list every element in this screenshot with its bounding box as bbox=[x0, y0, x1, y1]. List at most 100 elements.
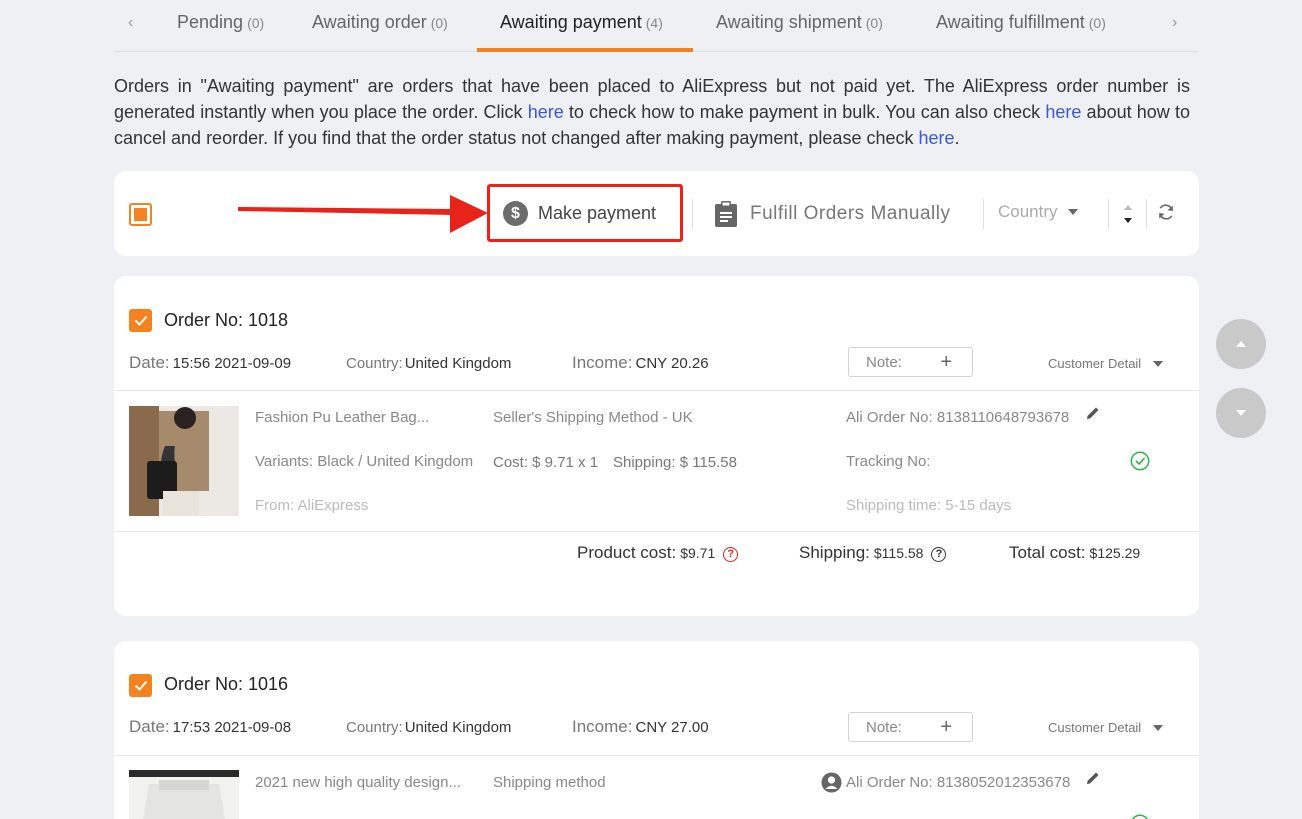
note-label: Note: bbox=[866, 353, 902, 371]
customer-detail-toggle[interactable]: Customer Detail bbox=[1048, 356, 1164, 371]
tab-awaiting-payment[interactable]: Awaiting payment (4) bbox=[500, 12, 663, 33]
order-country: Country: United Kingdom bbox=[346, 355, 511, 372]
intro-text: . bbox=[954, 128, 960, 148]
product-cost-summary: Product cost: $9.71? bbox=[577, 543, 739, 563]
ali-order-number: Ali Order No: 8138110648793678 bbox=[846, 409, 1070, 426]
scroll-up-button[interactable] bbox=[1216, 319, 1266, 369]
product-cost-value: $9.71 bbox=[680, 545, 716, 561]
product-cost-label: Product cost: bbox=[577, 543, 677, 562]
order-income: Income: CNY 27.00 bbox=[572, 717, 709, 737]
tabs-next-arrow-icon[interactable]: › bbox=[1172, 14, 1177, 32]
ali-order-number: Ali Order No: 8138052012353678 bbox=[846, 774, 1071, 791]
order-checkbox[interactable] bbox=[129, 309, 152, 332]
tab-label: Awaiting shipment bbox=[716, 12, 862, 32]
toolbar-divider bbox=[983, 199, 984, 229]
date-label: Date: bbox=[129, 717, 170, 736]
plus-icon: + bbox=[940, 350, 952, 373]
make-payment-button[interactable]: $ Make payment bbox=[503, 201, 656, 226]
tab-label: Awaiting payment bbox=[500, 12, 642, 32]
tab-awaiting-order[interactable]: Awaiting order (0) bbox=[312, 12, 448, 33]
product-title-link[interactable]: 2021 new high quality design... bbox=[255, 774, 461, 791]
cancel-reorder-help-link[interactable]: here bbox=[1045, 102, 1081, 122]
country-value: United Kingdom bbox=[404, 719, 512, 736]
tab-count: (0) bbox=[1088, 15, 1106, 31]
status-help-link[interactable]: here bbox=[918, 128, 954, 148]
country-value: United Kingdom bbox=[404, 355, 512, 372]
product-source: From: AliExpress bbox=[255, 497, 369, 514]
tab-count: (4) bbox=[645, 15, 663, 31]
divider bbox=[114, 755, 1199, 756]
sort-icon[interactable] bbox=[1122, 202, 1134, 226]
shipping-label: Shipping: bbox=[799, 543, 870, 562]
order-checkbox[interactable] bbox=[129, 674, 152, 697]
tab-count: (0) bbox=[430, 15, 448, 31]
tabs-prev-arrow-icon[interactable]: ‹ bbox=[128, 14, 133, 32]
edit-pencil-icon[interactable] bbox=[1086, 771, 1100, 785]
caret-down-icon bbox=[1153, 360, 1164, 367]
caret-down-icon bbox=[1067, 209, 1078, 215]
product-title-link[interactable]: Fashion Pu Leather Bag... bbox=[255, 409, 429, 426]
toolbar-divider bbox=[692, 199, 693, 229]
clipboard-icon bbox=[715, 201, 737, 227]
country-label: Country: bbox=[346, 355, 403, 372]
note-label: Note: bbox=[866, 718, 902, 736]
country-filter-dropdown[interactable]: Country bbox=[998, 202, 1078, 222]
order-number: Order No: 1016 bbox=[164, 674, 289, 694]
tab-label: Pending bbox=[177, 12, 244, 32]
country-label: Country: bbox=[346, 719, 403, 736]
fulfill-label: Fulfill Orders Manually bbox=[750, 203, 951, 224]
tab-count: (0) bbox=[865, 15, 883, 31]
tab-count: (0) bbox=[247, 15, 265, 31]
fulfill-orders-manually-button[interactable]: Fulfill Orders Manually bbox=[714, 201, 951, 227]
edit-pencil-icon[interactable] bbox=[1086, 406, 1100, 420]
checkmark-icon bbox=[134, 680, 147, 691]
income-label: Income: bbox=[572, 353, 633, 372]
income-value: CNY 20.26 bbox=[635, 355, 709, 372]
checkmark-icon bbox=[134, 315, 147, 326]
customer-detail-toggle[interactable]: Customer Detail bbox=[1048, 720, 1164, 735]
dollar-coin-icon: $ bbox=[503, 201, 528, 226]
country-filter-label: Country bbox=[998, 202, 1058, 221]
tab-pending[interactable]: Pending (0) bbox=[177, 12, 264, 33]
toolbar-divider bbox=[1108, 199, 1109, 229]
plus-icon: + bbox=[940, 715, 952, 738]
customer-detail-label: Customer Detail bbox=[1048, 356, 1142, 371]
order-number: Order No: 1018 bbox=[164, 310, 289, 330]
tab-awaiting-fulfillment[interactable]: Awaiting fulfillment (0) bbox=[936, 12, 1106, 33]
product-photo-apparel bbox=[129, 770, 239, 819]
date-label: Date: bbox=[129, 353, 170, 372]
shipping-summary: Shipping: $115.58? bbox=[799, 543, 947, 563]
order-income: Income: CNY 20.26 bbox=[572, 353, 709, 373]
make-payment-label: Make payment bbox=[538, 203, 657, 223]
order-date: Date: 17:53 2021-09-08 bbox=[129, 717, 291, 737]
add-note-button[interactable]: Note: + bbox=[848, 347, 973, 377]
bulk-payment-help-link[interactable]: here bbox=[528, 102, 564, 122]
item-cost: Cost: $ 9.71 x 1 bbox=[493, 454, 599, 471]
date-value: 17:53 2021-09-08 bbox=[172, 719, 292, 736]
red-arrow-annotation bbox=[238, 195, 488, 233]
select-all-checkbox[interactable] bbox=[129, 203, 152, 226]
status-description: Orders in "Awaiting payment" are orders … bbox=[114, 73, 1190, 151]
refresh-icon[interactable] bbox=[1157, 203, 1175, 221]
help-question-icon[interactable]: ? bbox=[723, 547, 739, 562]
add-note-button[interactable]: Note: + bbox=[848, 712, 973, 742]
product-image[interactable] bbox=[129, 770, 239, 819]
order-country: Country: United Kingdom bbox=[346, 719, 511, 736]
product-variants: Variants: Black / United Kingdom bbox=[255, 453, 474, 470]
shipping-method[interactable]: Seller's Shipping Method - UK bbox=[493, 409, 693, 426]
divider bbox=[114, 531, 1199, 532]
shipping-value: $115.58 bbox=[873, 545, 924, 561]
user-avatar-icon bbox=[821, 772, 842, 793]
income-label: Income: bbox=[572, 717, 633, 736]
total-cost-summary: Total cost: $125.29 bbox=[1009, 543, 1140, 563]
intro-text: to check how to make payment in bulk. Yo… bbox=[563, 102, 1046, 122]
caret-up-icon bbox=[1236, 341, 1246, 347]
order-date: Date: 15:56 2021-09-09 bbox=[129, 353, 291, 373]
product-image[interactable] bbox=[129, 406, 239, 516]
scroll-down-button[interactable] bbox=[1216, 388, 1266, 438]
tab-awaiting-shipment[interactable]: Awaiting shipment (0) bbox=[716, 12, 883, 33]
divider bbox=[114, 390, 1199, 391]
shipping-method[interactable]: Shipping method bbox=[493, 774, 606, 791]
help-question-icon[interactable]: ? bbox=[931, 547, 947, 562]
active-tab-underline bbox=[477, 48, 693, 52]
